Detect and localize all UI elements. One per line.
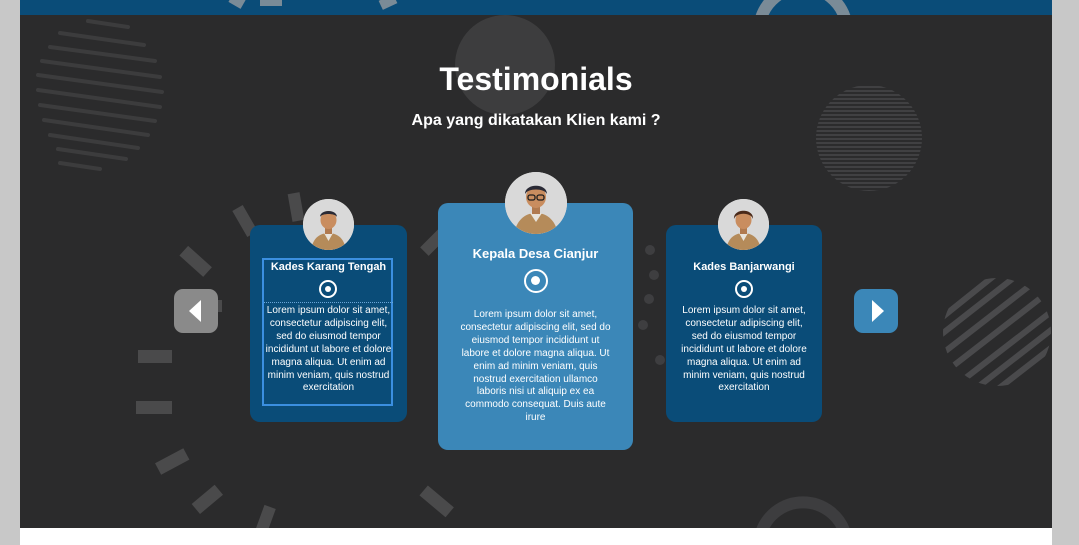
avatar: [303, 199, 354, 250]
whatsapp-icon[interactable]: [524, 269, 548, 293]
avatar: [718, 199, 769, 250]
whatsapp-icon[interactable]: [319, 280, 337, 298]
testimonial-name: Kades Banjarwangi: [693, 261, 795, 273]
next-section-edge: [20, 528, 1052, 545]
section-title: Testimonials: [439, 61, 633, 97]
section-subtitle: Apa yang dikatakan Klien kami ?: [411, 112, 661, 129]
testimonials-section: Testimonials Apa yang dikatakan Klien ka…: [20, 15, 1052, 528]
testimonial-text: Lorem ipsum dolor sit amet, consectetur …: [681, 305, 807, 394]
testimonial-card[interactable]: Kades Karang Tengah Lorem ipsum dolor si…: [250, 225, 407, 422]
testimonial-name: Kades Karang Tengah: [270, 261, 387, 273]
chevron-right-icon: [872, 300, 884, 322]
carousel-next-button[interactable]: [854, 289, 898, 333]
top-banner-strip: [20, 0, 1052, 15]
testimonial-text: Lorem ipsum dolor sit amet, consectetur …: [265, 305, 392, 394]
testimonial-card[interactable]: Kades Banjarwangi Lorem ipsum dolor sit …: [666, 225, 822, 422]
testimonial-card-active[interactable]: Kepala Desa Cianjur Lorem ipsum dolor si…: [438, 203, 633, 450]
page-margin-right: [1052, 0, 1079, 545]
whatsapp-icon[interactable]: [735, 280, 753, 298]
chevron-left-icon: [189, 300, 201, 322]
divider: [264, 302, 393, 303]
avatar: [505, 172, 567, 234]
page-margin-left: [0, 0, 20, 545]
testimonial-text: Lorem ipsum dolor sit amet, consectetur …: [460, 309, 611, 424]
carousel-prev-button[interactable]: [174, 289, 218, 333]
testimonial-name: Kepala Desa Cianjur: [472, 246, 599, 261]
